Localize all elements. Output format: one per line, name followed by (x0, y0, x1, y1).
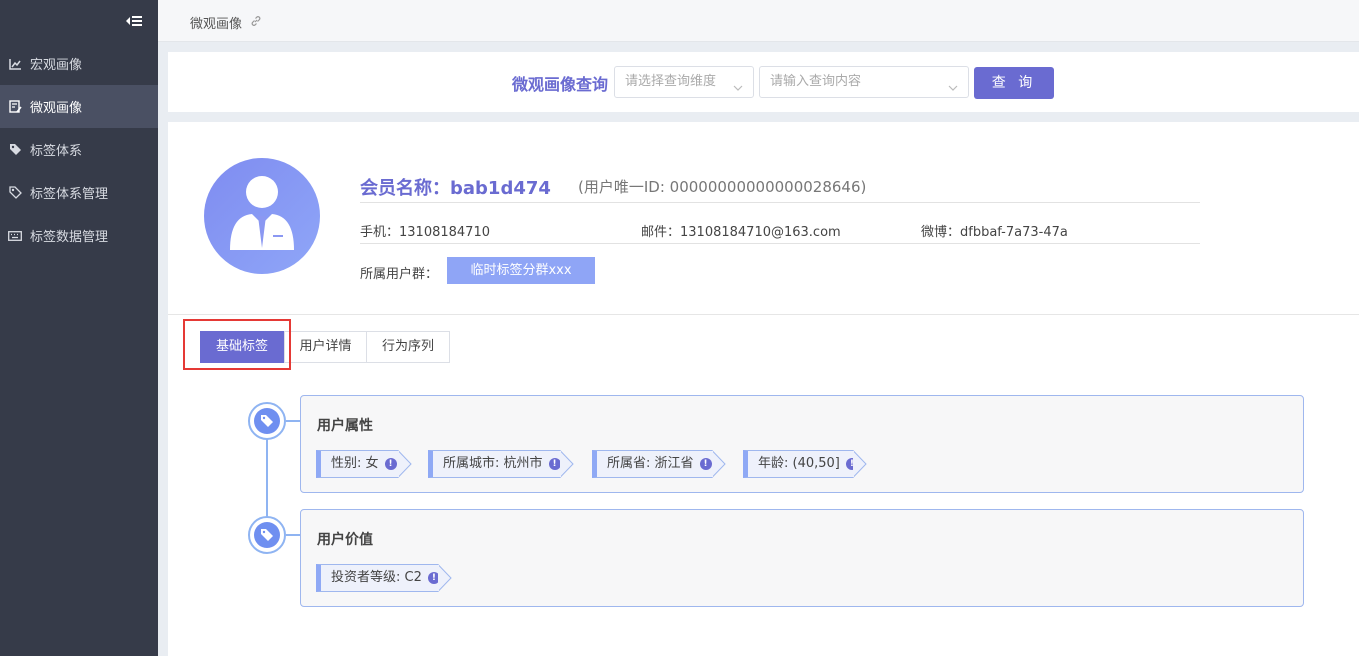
sidebar-item-micro-portrait[interactable]: 微观画像 (0, 85, 158, 128)
main-area: 微观画像 微观画像查询 请选择查询维度 请输入查询内容 查 询 会员名称：bab… (158, 0, 1359, 656)
sidebar-item-label: 标签体系管理 (30, 187, 109, 202)
tag-label: 所属城市: 杭州市 (443, 456, 543, 471)
user-unique-id: (用户唯一ID: 00000000000000028646) (578, 178, 867, 196)
tags-icon (254, 408, 280, 434)
timeline-node (248, 402, 286, 440)
user-edit-icon (8, 100, 22, 114)
tag-arrow (712, 450, 726, 478)
sidebar-item-label: 标签体系 (30, 144, 83, 159)
content-panel: 会员名称：bab1d474 (用户唯一ID: 00000000000000028… (168, 122, 1359, 656)
section-title: 用户属性 (317, 418, 373, 434)
tag-arrow (853, 450, 867, 478)
query-content-select[interactable]: 请输入查询内容 (759, 66, 969, 98)
tag-arrow (438, 564, 452, 592)
keyboard-icon (8, 229, 22, 243)
sidebar: 宏观画像 微观画像 标签体系 标签体系管理 标签数据管理 (0, 0, 158, 656)
tag-body: 投资者等级: C2! (316, 564, 440, 592)
tab-behavior-sequence[interactable]: 行为序列 (366, 331, 450, 363)
tab-user-details[interactable]: 用户详情 (284, 331, 367, 363)
breadcrumb: 微观画像 (158, 0, 1359, 42)
sidebar-item-tag-system[interactable]: 标签体系 (0, 128, 158, 171)
query-dimension-placeholder: 请选择查询维度 (625, 74, 717, 89)
highlight-annotation (183, 319, 291, 370)
tag-label: 所属省: 浙江省 (607, 456, 694, 471)
tag-icon (8, 143, 22, 157)
search-bar: 微观画像查询 请选择查询维度 请输入查询内容 查 询 (168, 52, 1359, 112)
sidebar-item-macro-portrait[interactable]: 宏观画像 (0, 42, 158, 85)
section-title: 用户价值 (317, 532, 373, 548)
section-divider (168, 314, 1359, 315)
line-chart-icon (8, 57, 22, 71)
tag-body: 性别: 女! (316, 450, 398, 478)
timeline-connector (286, 420, 300, 422)
search-title: 微观画像查询 (512, 75, 609, 94)
chevron-down-icon (948, 75, 958, 91)
link-icon[interactable] (250, 15, 262, 27)
member-name: 会员名称：bab1d474 (360, 178, 551, 199)
query-dimension-select[interactable]: 请选择查询维度 (614, 66, 754, 98)
timeline-node (248, 516, 286, 554)
sidebar-item-label: 微观画像 (30, 101, 83, 116)
tag-label: 年龄: (40,50] (758, 456, 840, 471)
divider (360, 243, 1200, 244)
divider (360, 202, 1200, 203)
tag-settings-icon (8, 186, 22, 200)
info-icon[interactable]: ! (699, 458, 712, 470)
email-info: 邮件：13108184710@163.com (641, 225, 841, 240)
sidebar-item-label: 宏观画像 (30, 58, 83, 73)
section-card-user-value: 用户价值 投资者等级: C2! (300, 509, 1304, 607)
tag-body: 所属城市: 杭州市! (428, 450, 561, 478)
timeline-connector (286, 534, 300, 536)
tag-body: 所属省: 浙江省! (592, 450, 712, 478)
tag-arrow (560, 450, 574, 478)
query-content-placeholder: 请输入查询内容 (770, 74, 862, 89)
info-icon[interactable]: ! (548, 458, 561, 470)
chevron-down-icon (733, 75, 743, 91)
sidebar-item-tag-system-management[interactable]: 标签体系管理 (0, 171, 158, 214)
section-card-user-attributes: 用户属性 性别: 女! 所属城市: 杭州市! 所属省: 浙江省! 年龄: (40… (300, 395, 1304, 493)
user-group-label: 所属用户群： (360, 267, 439, 282)
sidebar-item-tag-data-management[interactable]: 标签数据管理 (0, 214, 158, 257)
tag-arrow (398, 450, 412, 478)
tags-icon (254, 522, 280, 548)
breadcrumb-label: 微观画像 (190, 17, 243, 32)
tag-label: 性别: 女 (331, 456, 379, 471)
avatar (204, 158, 320, 274)
user-group-tag[interactable]: 临时标签分群xxx (447, 257, 595, 284)
collapse-menu-icon[interactable] (124, 12, 144, 30)
query-button[interactable]: 查 询 (974, 67, 1054, 99)
sidebar-item-label: 标签数据管理 (30, 230, 109, 245)
tag-body: 年龄: (40,50]! (743, 450, 858, 478)
info-icon[interactable]: ! (384, 458, 397, 470)
weibo-info: 微博：dfbbaf-7a73-47a (921, 225, 1068, 240)
phone-info: 手机：13108184710 (360, 225, 490, 240)
tag-label: 投资者等级: C2 (331, 570, 422, 585)
